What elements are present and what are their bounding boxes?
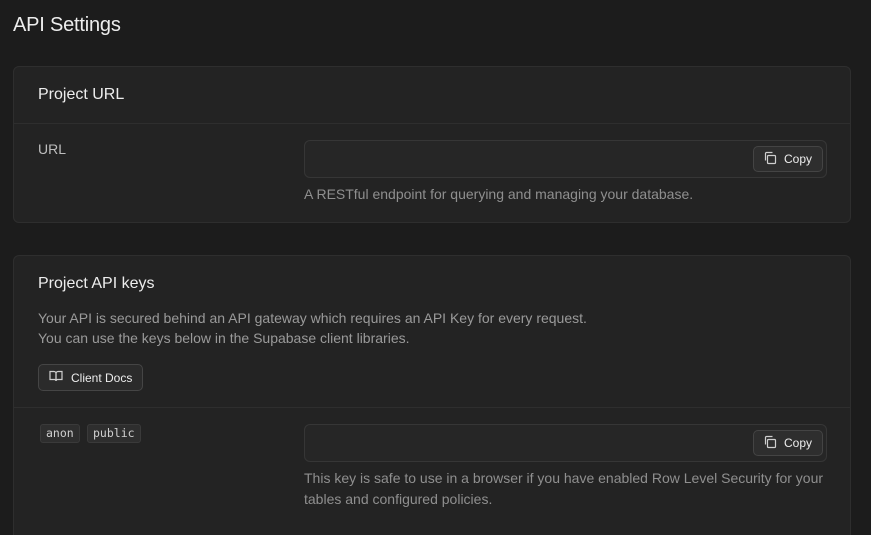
copy-icon [763, 151, 777, 168]
copy-icon [763, 435, 777, 452]
client-docs-label: Client Docs [71, 370, 133, 385]
copy-anon-key-button[interactable]: Copy [752, 430, 823, 456]
anon-tag: anon [40, 424, 80, 443]
api-keys-description-line2: You can use the keys below in the Supaba… [38, 330, 410, 346]
api-keys-description-line1: Your API is secured behind an API gatewa… [38, 310, 587, 326]
divider [14, 407, 850, 408]
project-url-title: Project URL [38, 86, 125, 103]
copy-label: Copy [783, 436, 812, 450]
anon-key-field[interactable]: Copy [304, 424, 827, 462]
project-url-card: Project URL URL Copy A RESTful endpoint … [13, 66, 851, 223]
url-field[interactable]: Copy [304, 140, 827, 178]
book-open-icon [49, 369, 63, 386]
public-tag: public [87, 424, 141, 443]
anon-key-help-line1: This key is safe to use in a browser if … [304, 470, 824, 486]
client-docs-button[interactable]: Client Docs [38, 364, 144, 391]
anon-key-help-line2: tables and configured policies. [304, 491, 493, 507]
api-keys-card: Project API keys Your API is secured beh… [13, 255, 851, 535]
url-label: URL [38, 141, 67, 157]
url-help-text: A RESTful endpoint for querying and mana… [304, 186, 694, 202]
card-header: Project URL [14, 67, 850, 124]
api-keys-title: Project API keys [38, 275, 155, 292]
page-title: API Settings [13, 14, 121, 36]
copy-url-button[interactable]: Copy [752, 146, 823, 172]
copy-label: Copy [783, 152, 812, 166]
